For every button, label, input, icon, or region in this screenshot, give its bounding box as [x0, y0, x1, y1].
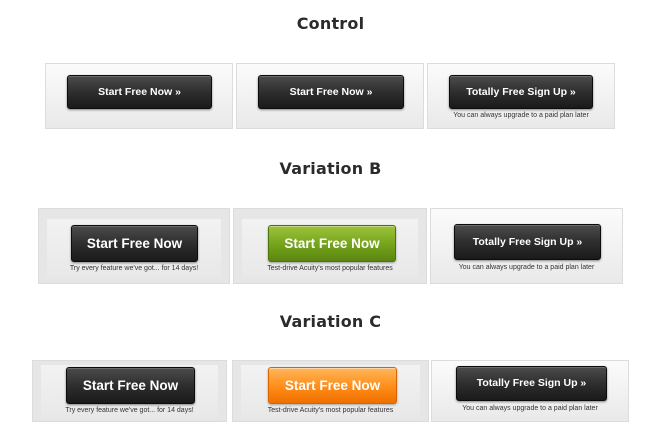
variation-c-start-free-button-orange[interactable]: Start Free Now — [268, 367, 397, 404]
variation-b-start-free-button-dark[interactable]: Start Free Now — [71, 225, 198, 262]
control-panel-2: Start Free Now » — [236, 63, 424, 129]
variation-b-panel-3: Totally Free Sign Up » You can always up… — [430, 208, 623, 284]
variation-c-signup-caption: You can always upgrade to a paid plan la… — [462, 405, 598, 412]
variation-b-panel-1: Start Free Now Try every feature we've g… — [38, 208, 230, 284]
control-start-free-button-2[interactable]: Start Free Now » — [258, 75, 404, 109]
variation-b-caption-1: Try every feature we've got... for 14 da… — [69, 265, 199, 272]
variation-b-caption-2: Test-drive Acuity's most popular feature… — [267, 265, 393, 272]
variation-c-panel-1: Start Free Now Try every feature we've g… — [32, 360, 227, 422]
variation-b-start-free-button-green[interactable]: Start Free Now — [268, 225, 396, 262]
control-signup-button[interactable]: Totally Free Sign Up » — [449, 75, 593, 109]
section-title-variation-b: Variation B — [279, 159, 382, 178]
control-signup-caption: You can always upgrade to a paid plan la… — [453, 112, 589, 119]
control-panel-1: Start Free Now » — [45, 63, 233, 129]
variation-c-caption-1: Try every feature we've got... for 14 da… — [65, 407, 194, 414]
variation-b-signup-button[interactable]: Totally Free Sign Up » — [454, 224, 601, 260]
variation-b-signup-caption: You can always upgrade to a paid plan la… — [458, 264, 595, 271]
section-title-variation-c: Variation C — [279, 312, 382, 331]
variation-c-start-free-button-dark[interactable]: Start Free Now — [66, 367, 195, 404]
control-panel-3: Totally Free Sign Up » You can always up… — [427, 63, 615, 129]
variation-b-panel-2: Start Free Now Test-drive Acuity's most … — [233, 208, 427, 284]
variation-c-signup-button[interactable]: Totally Free Sign Up » — [456, 366, 607, 401]
variation-c-caption-2: Test-drive Acuity's most popular feature… — [267, 407, 394, 414]
variation-c-panel-2: Start Free Now Test-drive Acuity's most … — [232, 360, 429, 422]
control-start-free-button-1[interactable]: Start Free Now » — [67, 75, 212, 109]
variation-c-panel-3: Totally Free Sign Up » You can always up… — [431, 360, 629, 422]
section-title-control: Control — [296, 14, 365, 33]
